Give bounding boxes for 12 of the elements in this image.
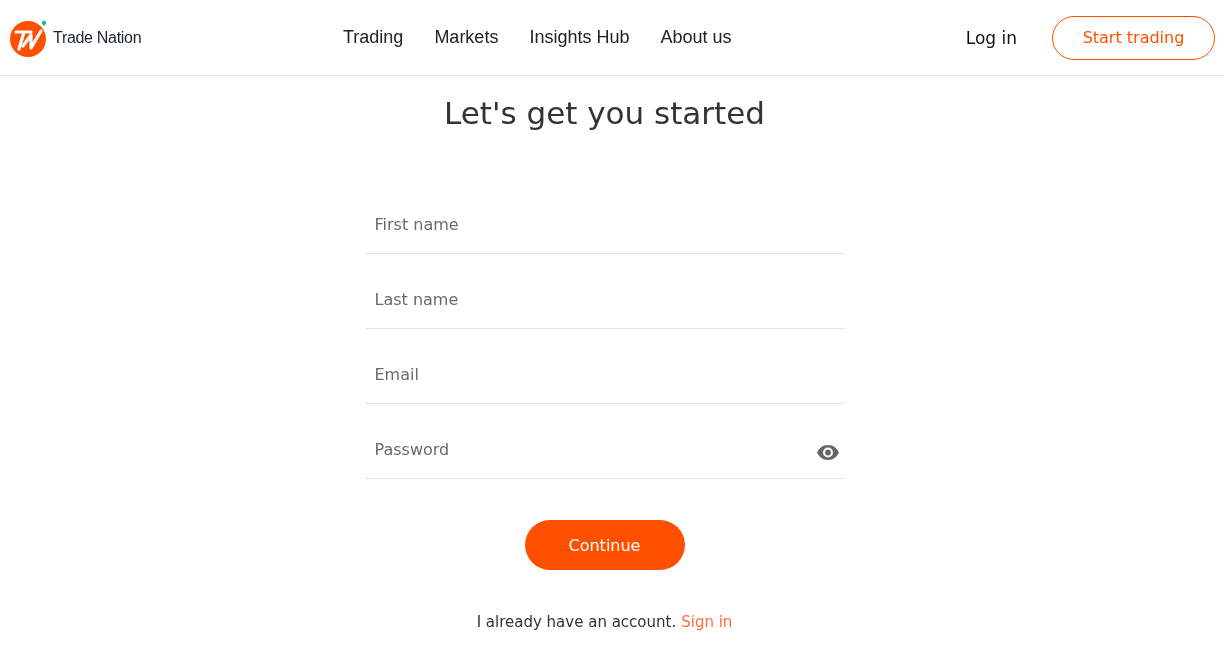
log-in-link[interactable]: Log in [965,27,1017,48]
input-field[interactable]: Email [364,329,845,404]
input-field[interactable]: First name [364,179,845,254]
nav-link[interactable]: Trading [343,27,404,48]
nav-link[interactable]: About us [660,27,732,48]
account-prompt: I already have an account. [476,612,677,632]
page-title: Let's get you started [444,94,765,132]
nav-link[interactable]: Markets [434,27,499,48]
nav-link[interactable]: Insights Hub [529,27,630,48]
input-field[interactable]: Last name [364,254,845,329]
eye-icon[interactable] [816,445,839,460]
brand-name: Trade Nation [53,28,142,47]
